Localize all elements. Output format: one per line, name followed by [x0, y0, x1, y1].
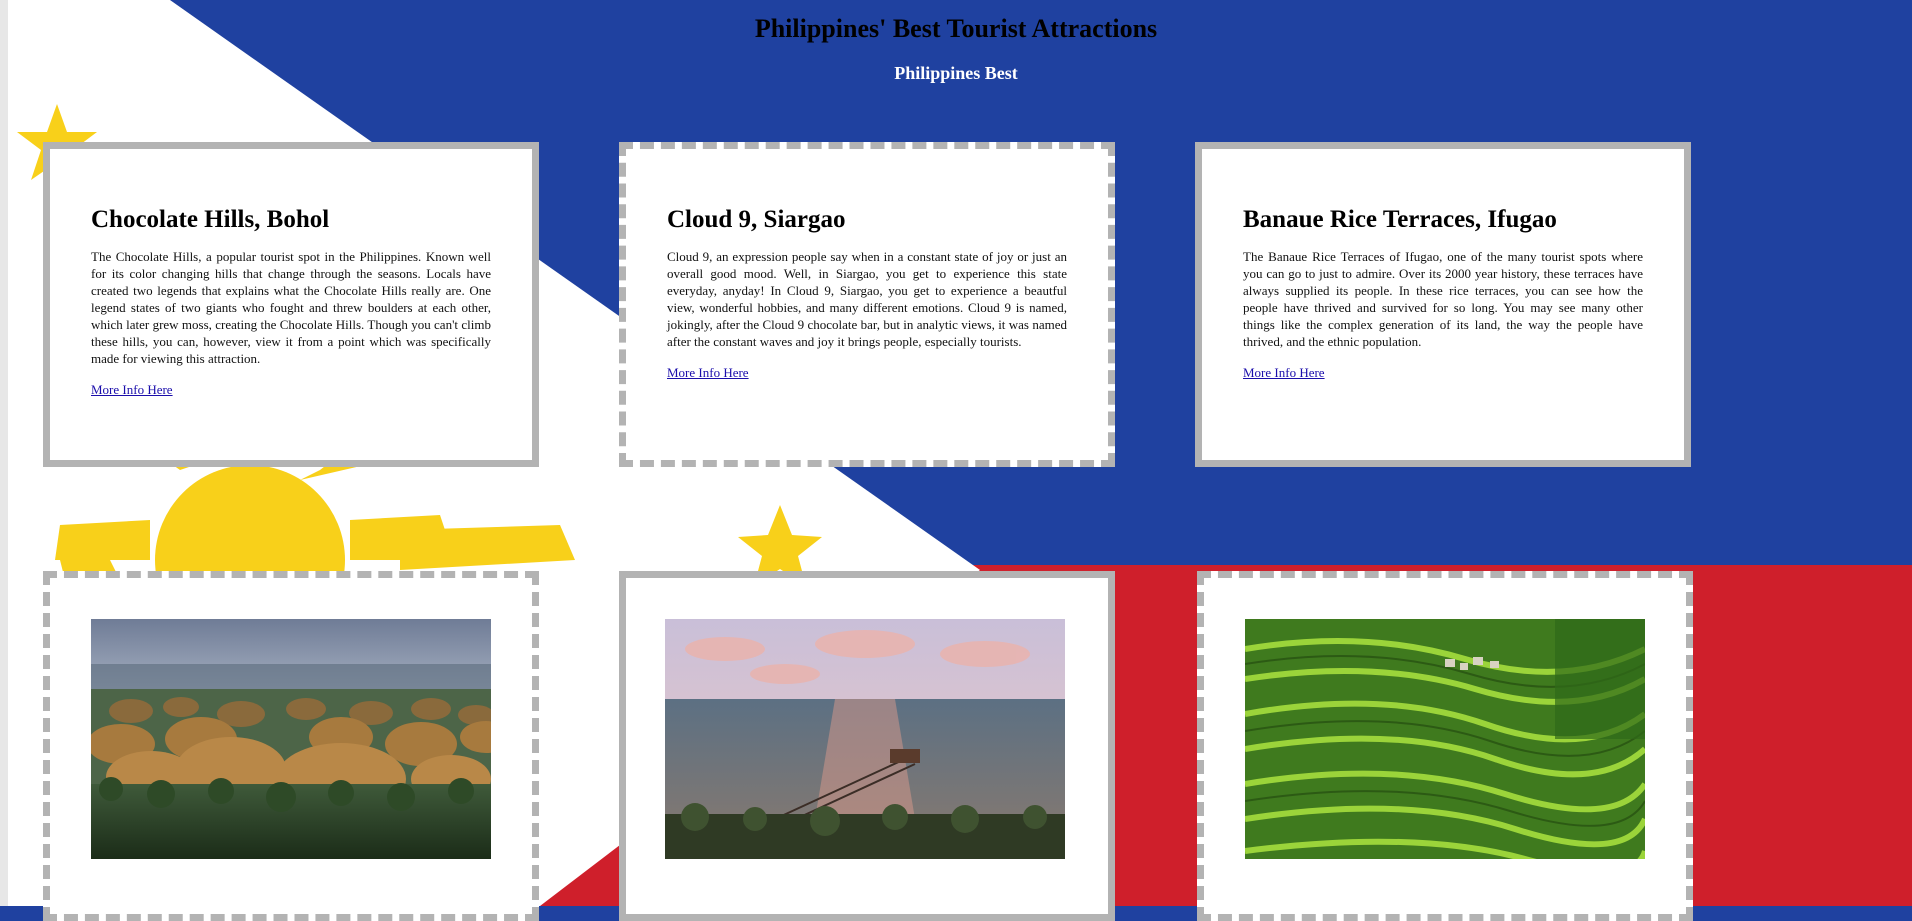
- banaue-rice-terraces-photo: [1245, 619, 1645, 859]
- page-title: Philippines' Best Tourist Attractions: [754, 14, 1158, 43]
- photo-card-banaue: [1197, 571, 1693, 921]
- attraction-card-chocolate-hills: Chocolate Hills, Bohol The Chocolate Hil…: [43, 142, 539, 467]
- attraction-description: Cloud 9, an expression people say when i…: [667, 249, 1067, 349]
- attraction-title: Chocolate Hills, Bohol: [91, 206, 330, 233]
- more-info-link[interactable]: More Info Here: [1243, 365, 1325, 380]
- photo-card-chocolate-hills: [43, 571, 539, 921]
- cloud-9-siargao-photo: [665, 619, 1065, 859]
- attraction-title: Cloud 9, Siargao: [667, 206, 846, 233]
- more-info-link[interactable]: More Info Here: [91, 382, 173, 397]
- attraction-card-banaue: Banaue Rice Terraces, Ifugao The Banaue …: [1195, 142, 1691, 467]
- attraction-description: The Chocolate Hills, a popular tourist s…: [91, 249, 491, 366]
- photo-card-cloud-9: [619, 571, 1115, 921]
- attraction-card-cloud-9: Cloud 9, Siargao Cloud 9, an expression …: [619, 142, 1115, 467]
- more-info-link[interactable]: More Info Here: [667, 365, 749, 380]
- attraction-description: The Banaue Rice Terraces of Ifugao, one …: [1243, 249, 1643, 349]
- attraction-title: Banaue Rice Terraces, Ifugao: [1243, 206, 1557, 233]
- page-subtitle: Philippines Best: [894, 63, 1018, 83]
- chocolate-hills-photo: [91, 619, 491, 859]
